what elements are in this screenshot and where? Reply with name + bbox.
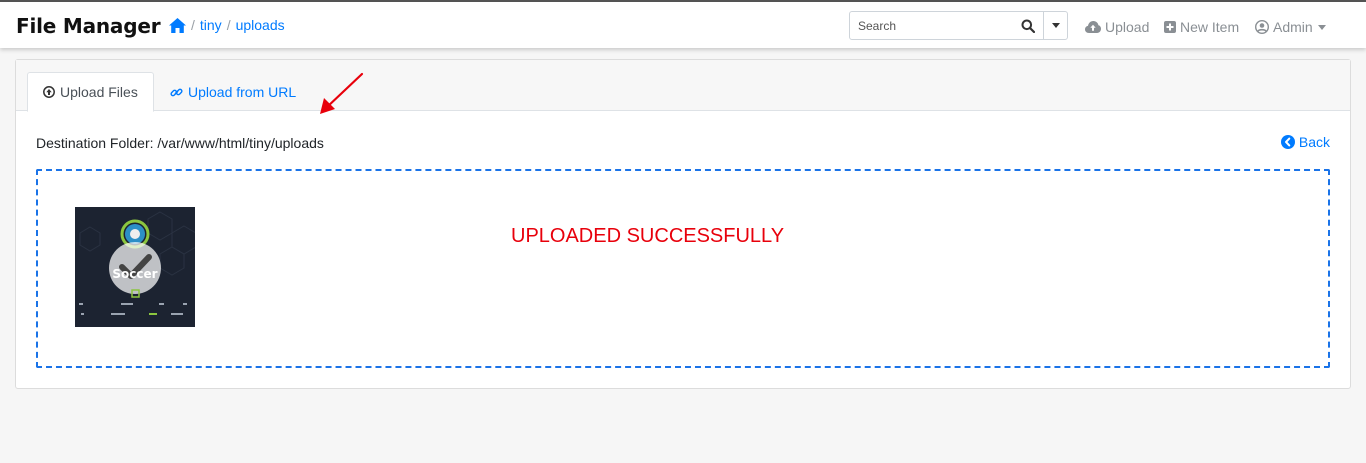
tab-bar: Upload Files Upload from URL	[16, 60, 1350, 112]
search-icon	[1021, 19, 1035, 33]
back-link[interactable]: Back	[1280, 134, 1330, 150]
caret-down-icon	[1051, 23, 1060, 28]
tab-upload-files-label: Upload Files	[60, 84, 138, 100]
top-navbar: File Manager / tiny / uploads Upload New…	[0, 2, 1366, 48]
breadcrumb-item-uploads[interactable]: uploads	[236, 17, 285, 33]
tab-upload-from-url[interactable]: Upload from URL	[154, 72, 312, 112]
chevron-circle-left-icon	[1280, 135, 1295, 149]
upload-nav-link[interactable]: Upload	[1085, 19, 1149, 35]
uploaded-file-thumbnail[interactable]: Soccer	[75, 207, 195, 327]
app-title[interactable]: File Manager	[16, 14, 161, 38]
caret-down-icon	[1317, 24, 1326, 30]
search-options-dropdown[interactable]	[1043, 12, 1067, 39]
upload-nav-label: Upload	[1105, 19, 1150, 35]
destination-folder-text: Destination Folder: /var/www/html/tiny/u…	[36, 135, 324, 151]
search-input[interactable]	[850, 12, 1013, 39]
breadcrumb-separator: /	[191, 17, 195, 33]
new-item-nav-label: New Item	[1180, 19, 1240, 35]
annotation-arrow-icon	[320, 72, 364, 114]
search-button[interactable]	[1013, 12, 1043, 39]
admin-menu-label: Admin	[1273, 19, 1313, 35]
tab-upload-from-url-label: Upload from URL	[188, 84, 297, 100]
thumbnail-caption: Soccer	[112, 267, 158, 281]
upload-dropzone[interactable]: Soccer UPLOADED SUCCESSFULLY	[36, 169, 1330, 368]
new-item-nav-link[interactable]: New Item	[1164, 19, 1239, 35]
cloud-upload-icon	[1085, 21, 1101, 33]
breadcrumb-separator: /	[226, 17, 231, 33]
user-circle-icon	[1255, 20, 1269, 34]
breadcrumb-item-tiny[interactable]: tiny	[200, 17, 222, 33]
search-group	[849, 11, 1068, 40]
breadcrumb: / tiny / uploads	[169, 17, 285, 33]
admin-menu[interactable]: Admin	[1255, 19, 1330, 35]
tab-upload-files[interactable]: Upload Files	[27, 72, 154, 112]
upload-panel: Upload Files Upload from URL Destination…	[15, 59, 1351, 389]
back-label: Back	[1298, 134, 1330, 150]
link-icon	[170, 88, 183, 96]
plus-square-icon	[1164, 21, 1176, 33]
upload-circle-icon	[43, 86, 55, 98]
upload-success-message: UPLOADED SUCCESSFULLY	[511, 225, 785, 247]
home-icon[interactable]	[169, 17, 186, 33]
